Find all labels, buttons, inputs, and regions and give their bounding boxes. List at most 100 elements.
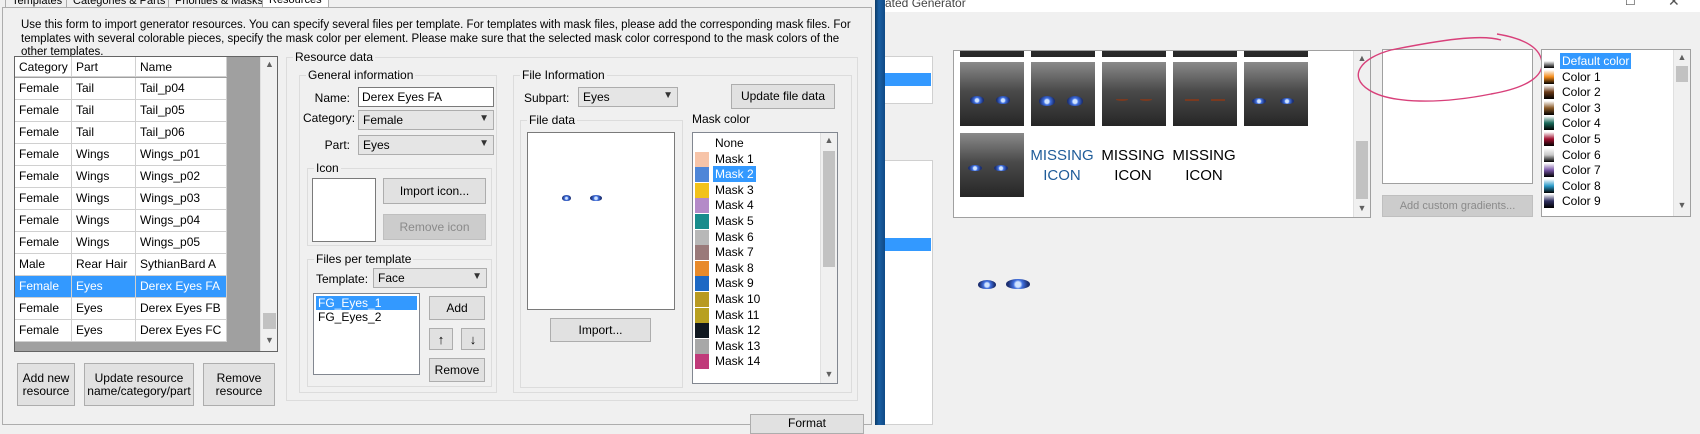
name-input[interactable]: Derex Eyes FA [358,87,494,107]
scroll-thumb[interactable] [1676,66,1688,82]
template-select[interactable]: Face ▼ [373,268,487,288]
part-thumbnail[interactable] [960,133,1024,197]
remove-icon-button[interactable]: Remove icon [383,214,486,240]
table-cell-part[interactable]: Wings [72,210,136,232]
add-file-button[interactable]: Add [429,296,485,320]
table-cell-part[interactable]: Tail [72,100,136,122]
subpart-select[interactable]: Eyes ▼ [578,87,678,107]
import-file-button[interactable]: Import... [550,318,651,342]
scroll-down-icon[interactable]: ▼ [821,369,837,379]
part-thumbnail[interactable] [960,51,1024,57]
column-header-name[interactable]: Name [136,57,227,77]
table-cell-name[interactable]: Tail_p04 [136,78,227,100]
part-thumbnail[interactable] [1031,62,1095,126]
part-thumbnail[interactable] [1244,51,1308,57]
list-item[interactable]: Color 5 [1544,131,1672,147]
table-cell-category[interactable]: Female [15,78,72,100]
list-item[interactable]: Mask 5 [695,213,819,230]
scroll-up-icon[interactable]: ▲ [821,135,837,145]
missing-icon-thumbnail[interactable]: MISSING ICON [1030,146,1094,186]
list-item[interactable]: FG_Eyes_1 [316,296,417,310]
table-cell-part[interactable]: Wings [72,232,136,254]
side-panel-top[interactable] [885,56,933,104]
remove-file-button[interactable]: Remove [429,358,485,382]
scroll-thumb[interactable] [263,313,276,329]
table-cell-category[interactable]: Female [15,276,72,298]
table-cell-name[interactable]: Wings_p01 [136,144,227,166]
part-thumbnail[interactable] [1102,62,1166,126]
table-cell-category[interactable]: Male [15,254,72,276]
maximize-icon[interactable]: ☐ [1625,0,1636,8]
scroll-down-icon[interactable]: ▼ [1354,203,1370,213]
list-item[interactable]: FG_Eyes_2 [316,310,417,324]
table-cell-part[interactable]: Rear Hair [72,254,136,276]
table-cell-part[interactable]: Tail [72,122,136,144]
category-select[interactable]: Female ▼ [358,110,494,130]
table-cell-name[interactable]: Wings_p05 [136,232,227,254]
table-cell-category[interactable]: Female [15,298,72,320]
table-cell-category[interactable]: Female [15,144,72,166]
list-item[interactable]: Color 8 [1544,178,1672,194]
table-cell-name[interactable]: Wings_p03 [136,188,227,210]
table-cell-part[interactable]: Wings [72,144,136,166]
part-thumbnail[interactable] [1102,51,1166,57]
column-header-part[interactable]: Part [72,57,136,77]
scroll-thumb[interactable] [823,151,835,267]
add-new-resource-button[interactable]: Add new resource [17,363,75,406]
table-cell-category[interactable]: Female [15,100,72,122]
list-item[interactable]: Mask 13 [695,338,819,355]
format-button[interactable]: Format [750,414,864,434]
table-cell-name[interactable]: Tail_p06 [136,122,227,144]
scroll-thumb[interactable] [1356,141,1368,199]
list-item[interactable]: Mask 2 [695,166,819,183]
color-list-scrollbar[interactable]: ▲ ▼ [1673,50,1690,216]
part-select[interactable]: Eyes ▼ [358,135,494,155]
table-cell-part[interactable]: Eyes [72,276,136,298]
table-scrollbar[interactable]: ▲ ▼ [260,57,277,351]
table-cell-category[interactable]: Female [15,188,72,210]
list-item[interactable]: Mask 6 [695,229,819,246]
part-thumbnail[interactable] [960,62,1024,126]
list-item[interactable]: Mask 8 [695,260,819,277]
table-cell-part[interactable]: Wings [72,166,136,188]
remove-resource-button[interactable]: Remove resource [203,363,275,406]
table-cell-name[interactable]: Derex Eyes FB [136,298,227,320]
table-cell-name[interactable]: SythianBard A [136,254,227,276]
move-up-button[interactable]: ↑ [429,328,453,350]
table-cell-name[interactable]: Wings_p02 [136,166,227,188]
missing-icon-thumbnail[interactable]: MISSING ICON [1101,146,1165,186]
missing-icon-thumbnail[interactable]: MISSING ICON [1172,146,1236,186]
table-cell-category[interactable]: Female [15,122,72,144]
import-icon-button[interactable]: Import icon... [383,178,486,204]
scroll-up-icon[interactable]: ▲ [261,59,277,69]
table-cell-part[interactable]: Eyes [72,298,136,320]
part-thumbnail[interactable] [1173,51,1237,57]
part-thumbnail[interactable] [1031,51,1095,57]
list-item[interactable]: Mask 4 [695,197,819,214]
part-thumbnail[interactable] [1244,62,1308,126]
list-item[interactable]: None [695,135,819,152]
table-cell-part[interactable]: Tail [72,78,136,100]
mask-list-scrollbar[interactable]: ▲ ▼ [820,133,837,383]
list-item[interactable]: Color 1 [1544,69,1672,85]
template-files-list[interactable]: FG_Eyes_1 FG_Eyes_2 [313,293,420,375]
table-cell-category[interactable]: Female [15,166,72,188]
mask-color-list[interactable]: None Mask 1 Mask 2 Mask 3 Mask 4 Mask 5 Mask 6… [692,132,838,384]
list-item[interactable]: Mask 10 [695,291,819,308]
table-cell-part[interactable]: Wings [72,188,136,210]
part-icon-grid[interactable]: MISSING ICON MISSING ICON MISSING ICON ▲… [953,50,1371,218]
list-item[interactable]: Mask 7 [695,244,819,261]
move-down-button[interactable]: ↓ [461,328,485,350]
table-cell-category[interactable]: Female [15,320,72,342]
part-thumbnail[interactable] [1173,62,1237,126]
table-cell-name[interactable]: Tail_p05 [136,100,227,122]
list-item[interactable]: Color 4 [1544,115,1672,131]
list-item[interactable]: Color 6 [1544,147,1672,163]
table-cell-category[interactable]: Female [15,210,72,232]
scroll-up-icon[interactable]: ▲ [1674,52,1690,62]
list-item[interactable]: Mask 14 [695,353,819,370]
list-item[interactable]: Color 9 [1544,193,1672,209]
table-cell-category[interactable]: Female [15,232,72,254]
list-item[interactable]: Mask 9 [695,275,819,292]
color-list[interactable]: Default color Color 1 Color 2 Color 3 Color … [1541,49,1691,217]
